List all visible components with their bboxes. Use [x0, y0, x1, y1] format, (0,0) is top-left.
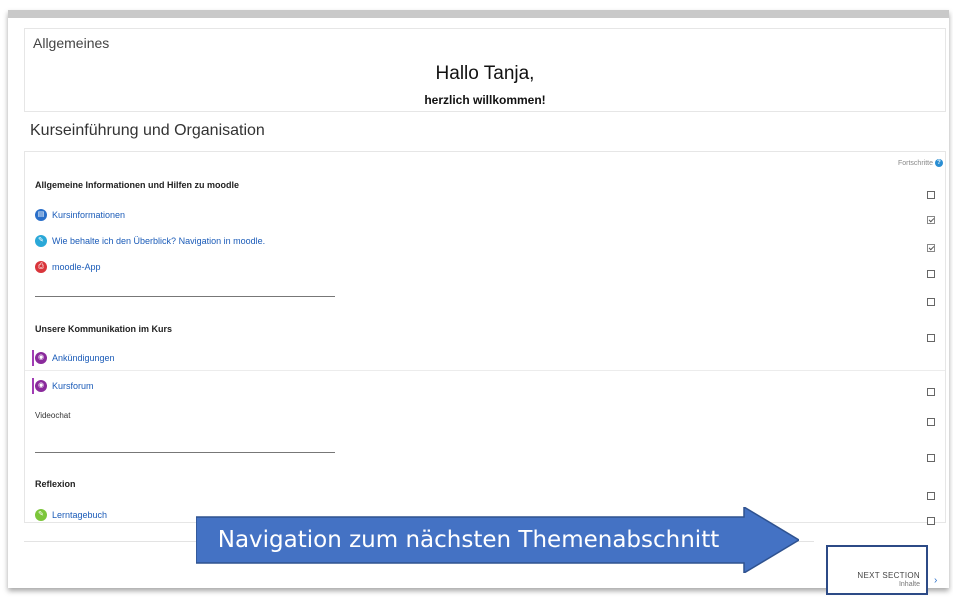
activity-lerntagebuch[interactable]: ✎ Lerntagebuch	[35, 509, 107, 521]
label-videochat: Videochat	[35, 411, 71, 420]
forum-indent-bar	[32, 378, 34, 394]
section-title-course-intro[interactable]: Kurseinführung und Organisation	[30, 122, 265, 140]
pencil-icon: ✎	[35, 235, 47, 247]
book-icon: ▤	[35, 209, 47, 221]
general-section: Allgemeines Hallo Tanja, herzlich willko…	[24, 28, 946, 112]
forum-indent-bar	[32, 350, 34, 366]
divider-line	[35, 296, 335, 297]
forum-icon: ◉	[35, 380, 47, 392]
activity-link-label[interactable]: moodle-App	[52, 262, 101, 272]
welcome-text: herzlich willkommen!	[424, 93, 546, 107]
next-section-sublabel: Inhalte	[898, 581, 920, 588]
activity-link-label[interactable]: Kursinformationen	[52, 210, 125, 220]
help-icon[interactable]: ?	[935, 159, 943, 167]
completion-checkbox[interactable]	[927, 517, 935, 525]
section-title-general: Allgemeines	[33, 35, 110, 51]
chevron-right-icon[interactable]: ›	[934, 575, 937, 586]
activity-navigation-in-moodle[interactable]: ✎ Wie behalte ich den Überblick? Navigat…	[35, 235, 265, 247]
course-intro-section: Fortschritte? Allgemeine Informationen u…	[24, 151, 946, 525]
completion-checkbox[interactable]	[927, 334, 935, 342]
activity-moodle-app[interactable]: ⎙ moodle-App	[35, 261, 101, 273]
label-reflexion: Reflexion	[35, 479, 76, 489]
divider-line	[35, 452, 335, 453]
completion-checkbox[interactable]	[927, 418, 935, 426]
activity-kursinformationen[interactable]: ▤ Kursinformationen	[35, 209, 125, 221]
completion-checkbox-checked[interactable]	[927, 244, 935, 252]
completion-checkbox[interactable]	[927, 492, 935, 500]
progress-label: Fortschritte	[897, 159, 933, 167]
activity-link-label[interactable]: Lerntagebuch	[52, 510, 107, 520]
completion-checkbox[interactable]	[927, 270, 935, 278]
activity-kursforum[interactable]: ◉ Kursforum	[35, 380, 94, 392]
pdf-icon: ⎙	[35, 261, 47, 273]
annotation-arrow-callout: Navigation zum nächsten Themenabschnitt	[196, 507, 799, 573]
completion-checkbox[interactable]	[927, 454, 935, 462]
course-page-frame: Allgemeines Hallo Tanja, herzlich willko…	[8, 10, 949, 595]
journal-icon: ✎	[35, 509, 47, 521]
next-section-button[interactable]: NEXT SECTION Inhalte	[826, 545, 928, 595]
activity-link-label[interactable]: Kursforum	[52, 381, 94, 391]
completion-checkbox[interactable]	[927, 191, 935, 199]
activity-ankuendigungen[interactable]: ◉ Ankündigungen	[35, 352, 115, 364]
activity-link-label[interactable]: Wie behalte ich den Überblick? Navigatio…	[52, 236, 265, 246]
completion-checkbox-checked[interactable]	[927, 216, 935, 224]
activity-link-label[interactable]: Ankündigungen	[52, 353, 115, 363]
progress-header: Fortschritte?	[898, 159, 943, 167]
forum-icon: ◉	[35, 352, 47, 364]
label-general-info: Allgemeine Informationen und Hilfen zu m…	[35, 180, 240, 190]
label-communication: Unsere Kommunikation im Kurs	[35, 324, 173, 334]
completion-checkbox[interactable]	[927, 298, 935, 306]
callout-text: Navigation zum nächsten Themenabschnitt	[217, 527, 720, 553]
greeting-text: Hallo Tanja,	[435, 63, 535, 84]
row-separator	[25, 370, 945, 371]
completion-checkbox[interactable]	[927, 388, 935, 396]
next-section-label: NEXT SECTION	[857, 571, 920, 580]
